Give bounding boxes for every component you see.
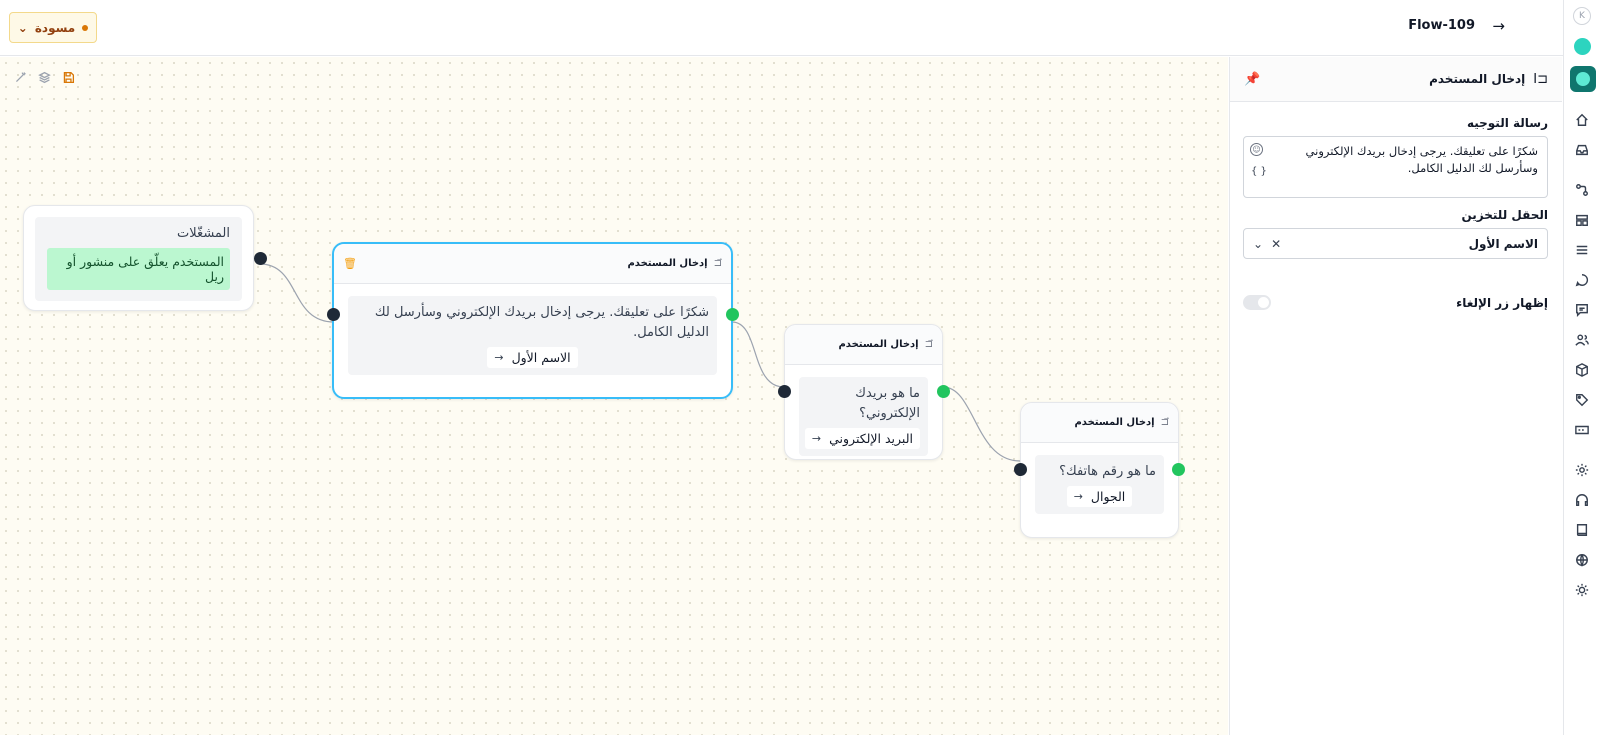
node-title: إدخال المستخدم (1074, 417, 1155, 428)
flow-title: Flow-109 (1408, 18, 1475, 33)
prompt-text: شكرًا على تعليقك. يرجى إدخال بريدك الإلك… (1305, 144, 1538, 175)
node3-output-handle[interactable] (1172, 463, 1185, 476)
node-body: ما هو رقم هاتفك؟ الجوال → (1035, 455, 1164, 514)
text-cursor-input-icon: ⊏I (1533, 71, 1548, 87)
inbox-icon[interactable] (1574, 142, 1590, 158)
node-header: ⊏⃗ إدخال المستخدم (785, 325, 942, 365)
flows-app-icon[interactable] (1570, 66, 1596, 92)
avatar[interactable] (1574, 38, 1591, 55)
node-message: ما هو رقم هاتفك؟ (1059, 464, 1156, 479)
node1-output-handle[interactable] (726, 308, 739, 321)
panel-header: ⊏I إدخال المستخدم 📌 (1230, 57, 1562, 102)
trigger-card: المشغّلات المستخدم يعلّق على منشور أو ري… (35, 217, 242, 301)
node-field-chip[interactable]: الجوال → (1066, 486, 1133, 507)
contacts-icon[interactable] (1574, 332, 1590, 348)
user-input-node[interactable]: ⊏⃗ إدخال المستخدم 🗑 شكرًا على تعليقك. ير… (332, 242, 733, 399)
node-message: ما هو بريدك الإلكتروني؟ (855, 386, 920, 421)
arrow-right-icon: → (811, 432, 822, 445)
store-field-label: الحقل للتخزين (1461, 208, 1548, 222)
chevron-down-icon[interactable]: ⌄ (1253, 237, 1263, 251)
trash-icon[interactable]: 🗑 (343, 257, 357, 270)
icon-rail: K (1563, 0, 1600, 735)
settings-icon[interactable] (1574, 462, 1590, 478)
field-label: الاسم الأول (511, 350, 571, 365)
edge-node1-to-node2 (731, 321, 785, 388)
clear-icon[interactable]: ✕ (1271, 237, 1281, 251)
node-message: شكرًا على تعليقك. يرجى إدخال بريدك الإلك… (374, 305, 709, 340)
node2-input-handle[interactable] (778, 385, 791, 398)
chevron-down-icon: ⌄ (17, 20, 28, 35)
text-cursor-input-icon: ⊏⃗ (924, 339, 933, 350)
edge-trigger-to-node1 (259, 263, 335, 323)
node3-input-handle[interactable] (1014, 463, 1027, 476)
templates-icon[interactable] (1574, 212, 1590, 228)
node-field-chip[interactable]: البريد الإلكتروني → (804, 428, 920, 449)
arrow-right-icon: → (1073, 490, 1083, 503)
book-icon[interactable] (1574, 522, 1590, 538)
store-field-select[interactable]: الاسم الأول ✕ ⌄ (1243, 228, 1548, 259)
node-field-chip[interactable]: الاسم الأول → (487, 347, 578, 368)
node-body: ما هو بريدك الإلكتروني؟ البريد الإلكترون… (799, 377, 928, 456)
workspace-avatar[interactable]: K (1573, 7, 1591, 25)
node-header: ⊏⃗ إدخال المستخدم 🗑 (334, 244, 731, 284)
draft-status-button[interactable]: ⌄ مسودة (9, 12, 97, 43)
properties-panel: ⊏I إدخال المستخدم 📌 رسالة التوجيه شكرًا … (1229, 57, 1562, 735)
panel-title: إدخال المستخدم (1429, 72, 1526, 86)
field-label: البريد الإلكتروني (829, 431, 913, 446)
globe-icon[interactable] (1574, 552, 1590, 568)
list-icon[interactable] (1574, 242, 1590, 258)
package-icon[interactable] (1574, 362, 1590, 378)
node-title: إدخال المستخدم (627, 258, 708, 269)
cancel-toggle-label: إظهار زر الإلغاء (1456, 295, 1548, 310)
prompt-label: رسالة التوجيه (1466, 116, 1548, 130)
headset-icon[interactable] (1574, 492, 1590, 508)
prompt-textarea[interactable]: شكرًا على تعليقك. يرجى إدخال بريدك الإلك… (1243, 136, 1548, 198)
cancel-toggle[interactable] (1243, 295, 1271, 310)
home-icon[interactable] (1574, 112, 1590, 128)
top-bar: ⌄ مسودة Flow-109 → (0, 0, 1563, 56)
draft-label: مسودة (34, 20, 76, 35)
node-header: ⊏⃗ إدخال المستخدم (1021, 403, 1178, 443)
node2-output-handle[interactable] (937, 385, 950, 398)
node-body: شكرًا على تعليقك. يرجى إدخال بريدك الإلك… (348, 296, 717, 375)
node-title: إدخال المستخدم (838, 339, 919, 350)
trigger-node[interactable]: المشغّلات المستخدم يعلّق على منشور أو ري… (23, 205, 254, 311)
chat-icon[interactable] (1574, 272, 1590, 288)
flows-icon[interactable] (1574, 182, 1590, 198)
flow-canvas[interactable]: المشغّلات المستخدم يعلّق على منشور أو ري… (0, 57, 1228, 735)
field-label: الجوال (1090, 489, 1126, 504)
variables-icon[interactable]: { } (1251, 163, 1267, 180)
pin-icon[interactable]: 📌 (1244, 72, 1260, 87)
edge-node2-to-node3 (942, 386, 1021, 462)
trigger-title: المشغّلات (177, 226, 230, 241)
sun-icon[interactable] (1574, 582, 1590, 598)
arrow-right-icon[interactable]: → (1492, 17, 1505, 35)
text-cursor-input-icon: ⊏⃗ (713, 258, 722, 269)
arrow-right-icon: → (494, 351, 504, 364)
store-field-value: الاسم الأول (1468, 236, 1538, 251)
text-cursor-input-icon: ⊏⃗ (1160, 417, 1169, 428)
trigger-event-pill[interactable]: المستخدم يعلّق على منشور أو ريل (47, 248, 230, 290)
node1-input-handle[interactable] (327, 308, 340, 321)
cancel-button-row: إظهار زر الإلغاء (1230, 295, 1562, 310)
status-dot-icon (82, 24, 89, 31)
user-input-node[interactable]: ⊏⃗ إدخال المستخدم ما هو بريدك الإلكتروني… (784, 324, 943, 460)
card-icon[interactable] (1574, 422, 1590, 438)
trigger-output-handle[interactable] (254, 252, 267, 265)
user-input-node[interactable]: ⊏⃗ إدخال المستخدم ما هو رقم هاتفك؟ الجوا… (1020, 402, 1179, 538)
comments-icon[interactable] (1574, 302, 1590, 318)
emoji-icon[interactable]: ☺ (1250, 143, 1263, 156)
tag-icon[interactable] (1574, 392, 1590, 408)
